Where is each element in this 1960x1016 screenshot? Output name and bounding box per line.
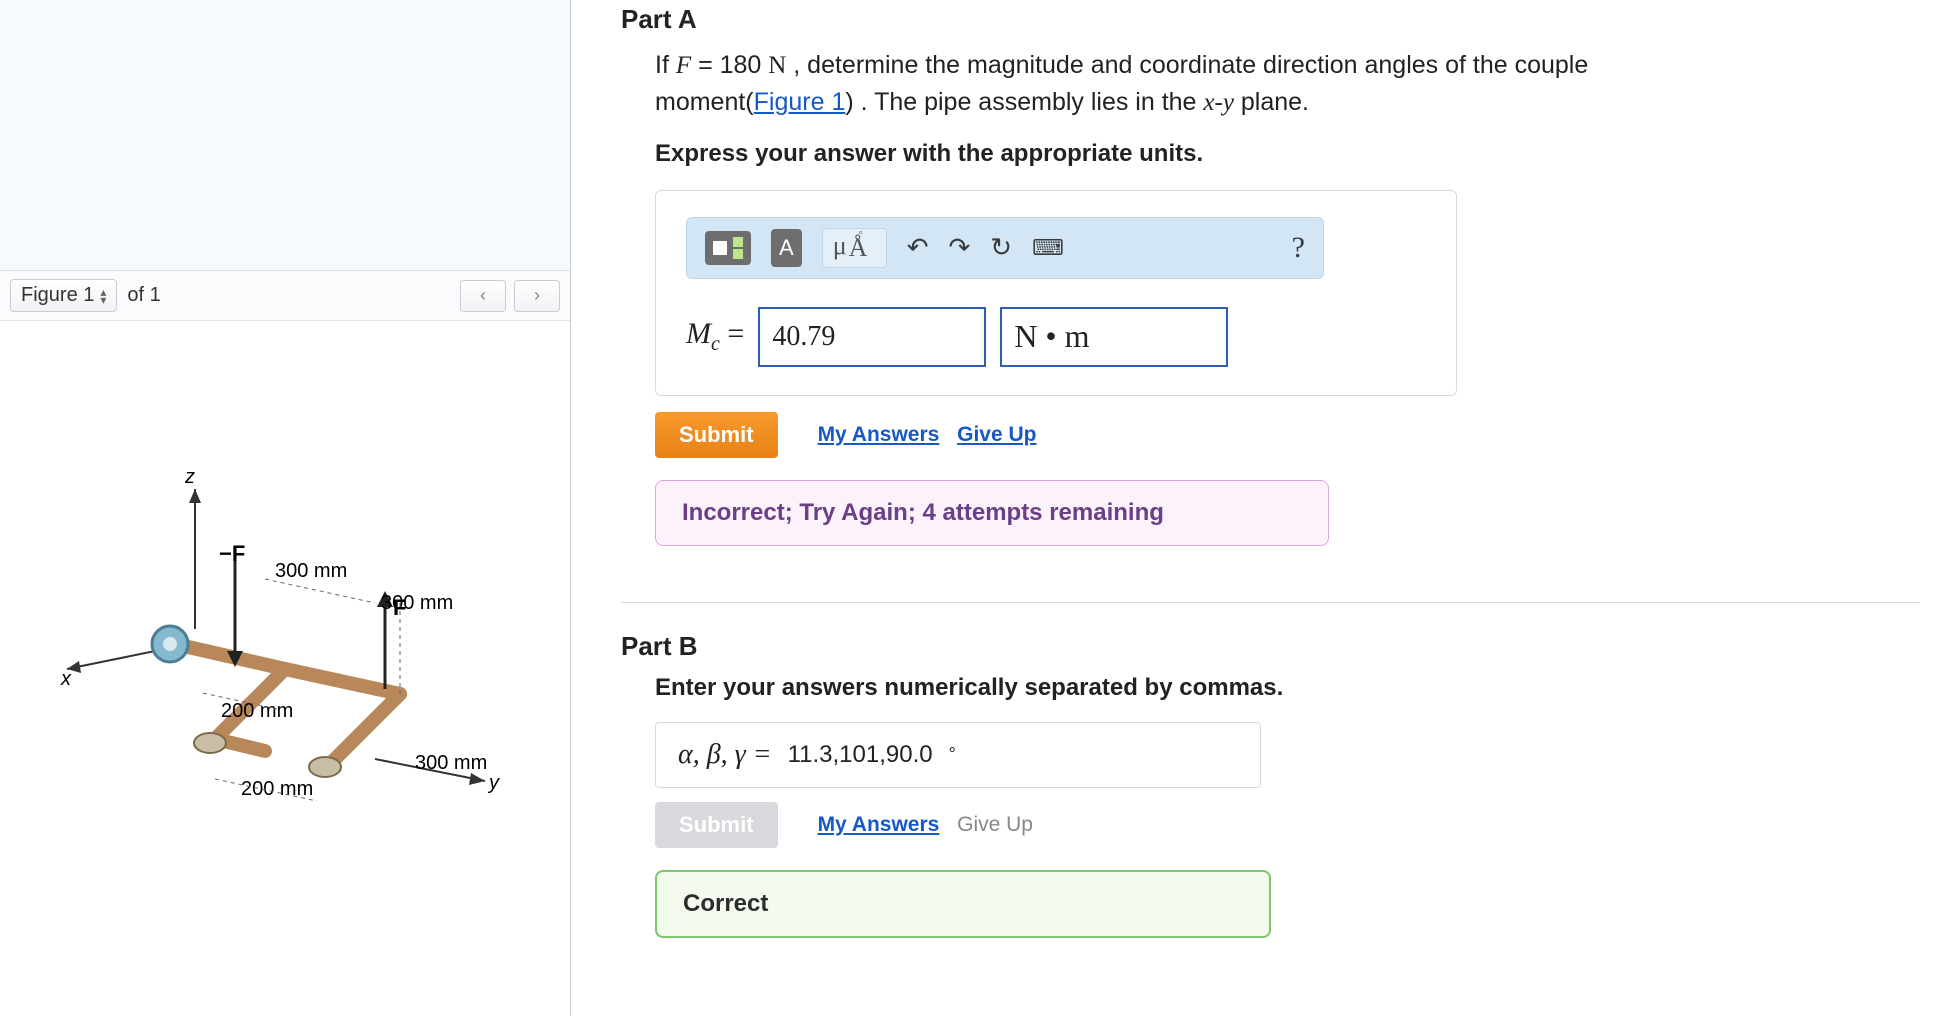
figure-link[interactable]: Figure 1 (754, 88, 846, 116)
partA-feedback: Incorrect; Try Again; 4 attempts remaini… (655, 480, 1329, 546)
reset-icon[interactable]: ↻ (990, 232, 1012, 263)
axis-y: y (487, 772, 500, 794)
partB-my-answers-link[interactable]: My Answers (818, 813, 940, 836)
t: plane. (1234, 88, 1309, 116)
dim-200a: 200 mm (221, 700, 293, 722)
figure-diagram: x z y (55, 459, 515, 879)
prev-figure-button[interactable]: ‹ (460, 280, 506, 312)
partA-submit-button[interactable]: Submit (655, 412, 778, 458)
template-tool-button-2[interactable]: A (771, 229, 802, 267)
figure-panel: Figure 1 ▴▾ of 1 ‹ › x z y (0, 0, 571, 1016)
dim-200b: 200 mm (241, 778, 313, 800)
partA-give-up-link[interactable]: Give Up (957, 423, 1036, 446)
figure-nav: ‹ › (460, 280, 560, 312)
degree-symbol: ° (949, 744, 956, 765)
figure-selector[interactable]: Figure 1 ▴▾ (10, 279, 117, 312)
units-tool-button[interactable]: μÅ ∘ (822, 228, 887, 268)
mc-sub: c (711, 333, 720, 355)
unit-N: N (768, 52, 786, 79)
partB-instruction: Enter your answers numerically separated… (655, 674, 1920, 702)
partA-prompt: If F = 180 N , determine the magnitude a… (655, 47, 1755, 122)
dim-300c: 300 mm (415, 752, 487, 774)
t: = 180 (691, 51, 768, 79)
keyboard-icon[interactable]: ⌨ (1032, 235, 1064, 261)
figure-count: of 1 (127, 284, 160, 307)
dim-300a: 300 mm (275, 560, 347, 582)
help-icon[interactable]: ? (1292, 231, 1305, 265)
t: ) . The pipe assembly lies in the (845, 88, 1203, 116)
partB-title: Part B (621, 631, 1920, 662)
partB-give-up-text: Give Up (957, 813, 1033, 836)
partB-answer-box: α, β, γ = 11.3,101,90.0 ° (655, 722, 1261, 788)
template-tool-button[interactable] (705, 231, 751, 265)
magnitude-input[interactable] (758, 307, 986, 367)
partA-answer-box: A μÅ ∘ ↶ ↷ ↻ ⌨ ? Mc = N • m (655, 190, 1457, 396)
content-panel: Part A If F = 180 N , determine the magn… (571, 0, 1960, 1016)
axis-z: z (184, 466, 195, 488)
page-root: Figure 1 ▴▾ of 1 ‹ › x z y (0, 0, 1960, 1016)
angles-value: 11.3,101,90.0 (788, 741, 933, 769)
partA-instruction: Express your answer with the appropriate… (655, 140, 1920, 168)
left-spacer (0, 0, 570, 271)
var-xy: x-y (1203, 89, 1234, 116)
partA-equation-row: Mc = N • m (686, 307, 1426, 367)
mc-M: M (686, 317, 711, 350)
stepper-icon: ▴▾ (100, 288, 106, 304)
partA-title: Part A (621, 4, 1920, 35)
mc-eq: = (720, 317, 744, 350)
partB-submit-button: Submit (655, 802, 778, 848)
units-input[interactable]: N • m (1000, 307, 1228, 367)
figure-label: Figure 1 (21, 284, 94, 307)
partA-my-answers-link[interactable]: My Answers (818, 423, 940, 446)
t: If (655, 51, 676, 79)
units-text: N • m (1014, 318, 1089, 355)
dim-300b: 300 mm (381, 592, 453, 614)
section-divider (621, 602, 1920, 603)
undo-icon[interactable]: ↶ (907, 232, 929, 263)
partB-feedback: Correct (655, 870, 1271, 938)
axis-x: x (60, 668, 72, 690)
angles-label: α, β, γ = (678, 739, 772, 771)
partB-button-row: Submit My Answers Give Up (655, 802, 1920, 848)
next-figure-button[interactable]: › (514, 280, 560, 312)
equation-toolbar: A μÅ ∘ ↶ ↷ ↻ ⌨ ? (686, 217, 1324, 279)
mc-label: Mc = (686, 317, 744, 356)
force-neg-label: −F (219, 541, 245, 566)
figure-header: Figure 1 ▴▾ of 1 ‹ › (0, 271, 570, 321)
partA-button-row: Submit My Answers Give Up (655, 412, 1920, 458)
format-icon: A (779, 235, 794, 261)
figure-body: x z y (0, 321, 570, 1016)
var-F: F (676, 52, 691, 79)
redo-icon[interactable]: ↷ (948, 232, 970, 263)
